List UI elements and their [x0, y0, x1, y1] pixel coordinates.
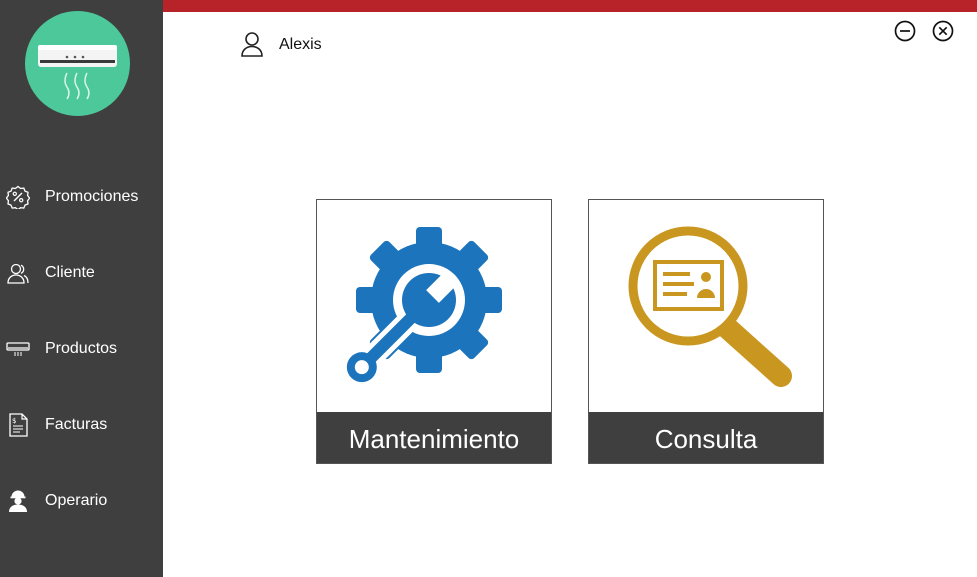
svg-text:$: $ [12, 417, 16, 425]
consulta-tile[interactable]: Consulta [588, 199, 824, 464]
sidebar-item-label: Promociones [45, 188, 139, 205]
air-conditioner-logo [25, 11, 130, 116]
minimize-icon[interactable] [894, 20, 916, 42]
percent-badge-icon [6, 185, 30, 209]
close-icon[interactable] [932, 20, 954, 42]
sidebar: Promociones Cliente Productos $ Facturas… [0, 0, 163, 577]
tile-label: Consulta [589, 412, 823, 463]
sidebar-item-label: Productos [45, 340, 118, 357]
sidebar-item-label: Cliente [45, 264, 95, 281]
air-conditioner-icon [6, 342, 30, 356]
sidebar-item-productos[interactable]: Productos [0, 329, 163, 369]
sidebar-item-facturas[interactable]: $ Facturas [0, 405, 163, 445]
sidebar-item-label: Facturas [45, 416, 108, 433]
worker-icon [9, 490, 27, 512]
app-window: Promociones Cliente Productos $ Facturas… [0, 0, 977, 577]
sidebar-item-cliente[interactable]: Cliente [0, 253, 163, 293]
top-accent-bar [163, 0, 977, 12]
tile-label: Mantenimiento [317, 412, 551, 463]
sidebar-item-promociones[interactable]: Promociones [0, 177, 163, 217]
user-name: Alexis [279, 36, 322, 53]
gear-wrench-icon [346, 227, 502, 383]
magnifier-id-card-icon [628, 226, 792, 387]
sidebar-item-operario[interactable]: Operario [0, 481, 163, 521]
sidebar-item-label: Operario [45, 492, 108, 509]
user-icon [241, 32, 263, 57]
mantenimiento-tile[interactable]: Mantenimiento [316, 199, 552, 464]
invoice-icon: $ [9, 413, 28, 437]
users-icon [7, 263, 29, 284]
